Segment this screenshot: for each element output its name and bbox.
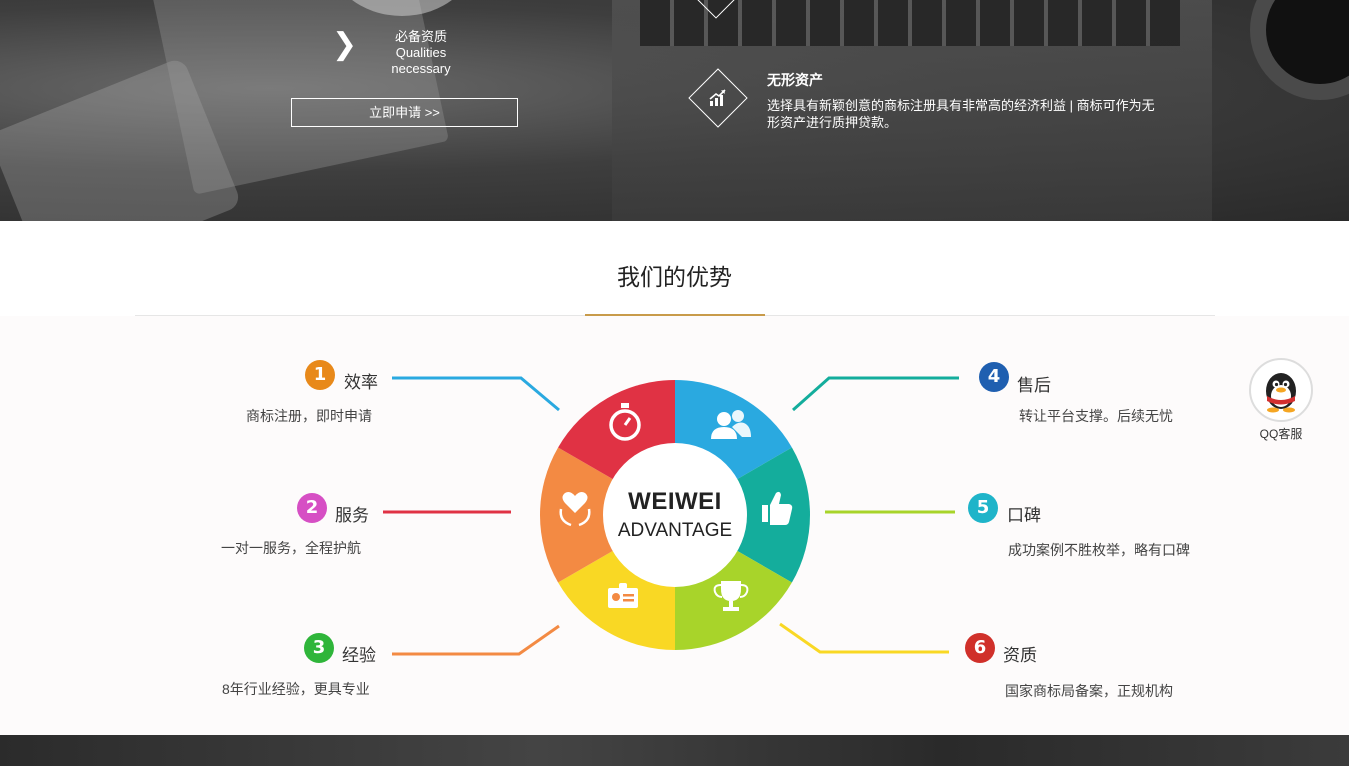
item-desc-efficiency: 商标注册，即时申请 <box>246 408 372 424</box>
badge-4: 4 <box>979 362 1009 392</box>
badge-3: 3 <box>304 633 334 663</box>
qq-service-label: QQ客服 <box>1259 427 1303 441</box>
footer-dark-band <box>0 735 1349 766</box>
item-title-qualification: 资质 <box>1003 646 1037 665</box>
item-desc-qualification: 国家商标局备案，正规机构 <box>1005 683 1173 699</box>
item-title-service: 服务 <box>335 506 369 525</box>
item-desc-experience: 8年行业经验，更具专业 <box>222 681 370 697</box>
connector-line-4 <box>792 376 959 412</box>
item-title-reputation: 口碑 <box>1007 506 1041 525</box>
item-desc-aftersales: 转让平台支撑。后续无忧 <box>1019 408 1173 424</box>
wheel-brand: WEIWEI <box>628 488 722 515</box>
item-title-efficiency: 效率 <box>344 373 378 392</box>
item-desc-reputation: 成功案例不胜枚举，略有口碑 <box>1008 542 1190 558</box>
item-desc-service: 一对一服务，全程护航 <box>221 540 361 556</box>
badge-2: 2 <box>297 493 327 523</box>
qq-service-button[interactable] <box>1249 358 1313 422</box>
qq-penguin-icon <box>1266 373 1296 413</box>
item-title-aftersales: 售后 <box>1017 376 1051 395</box>
wheel-subtitle: ADVANTAGE <box>617 520 733 541</box>
badge-1: 1 <box>305 360 335 390</box>
item-title-experience: 经验 <box>342 646 376 665</box>
connector-line-1 <box>392 376 560 412</box>
badge-5: 5 <box>968 493 998 523</box>
connector-line-3 <box>392 624 560 656</box>
badge-6: 6 <box>965 633 995 663</box>
